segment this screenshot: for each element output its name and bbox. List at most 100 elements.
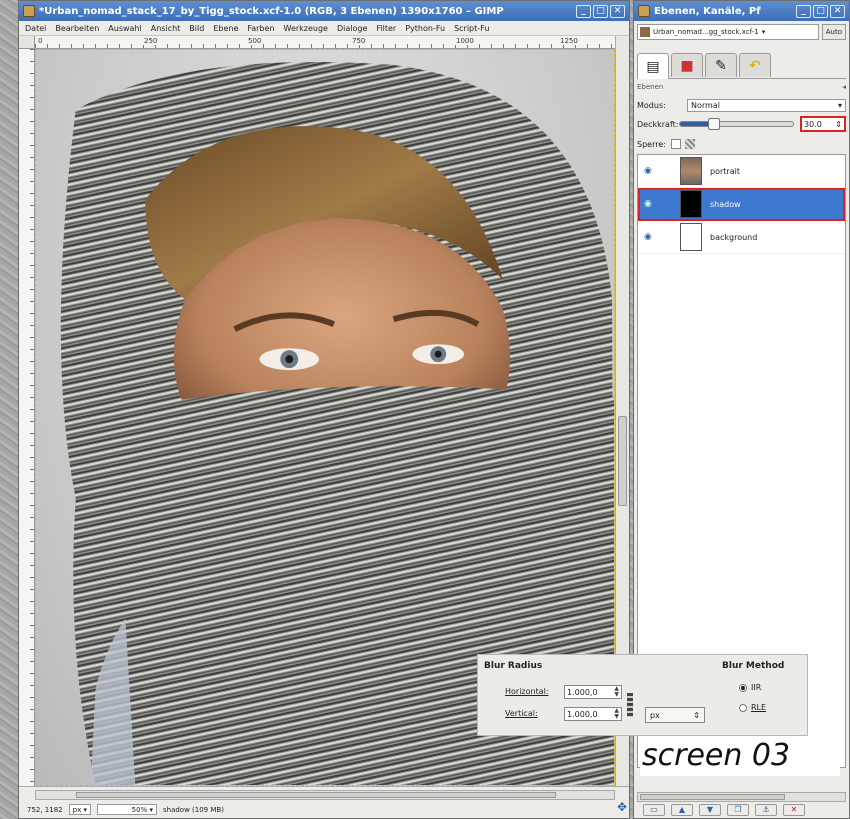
menu-datei[interactable]: Datei: [25, 24, 46, 33]
unit-select[interactable]: px ▾: [68, 804, 91, 815]
method-iir-label: IIR: [751, 683, 762, 692]
eye-icon[interactable]: ◉: [644, 199, 656, 209]
gimp-icon: [23, 5, 35, 17]
status-info: shadow (109 MB): [162, 805, 224, 814]
spin-arrows-icon[interactable]: ▲ ▼: [614, 708, 619, 720]
horizontal-scrollbar[interactable]: [35, 790, 615, 800]
blur-method-heading: Blur Method: [722, 661, 785, 671]
menu-bearbeiten[interactable]: Bearbeiten: [55, 24, 99, 33]
maximize-icon[interactable]: □: [813, 4, 828, 18]
image-thumbnail: [640, 27, 650, 37]
opacity-knob[interactable]: [707, 118, 720, 130]
layer-row-portrait[interactable]: ◉ portrait: [638, 155, 845, 188]
ruler-label: 1250: [559, 37, 579, 45]
zoom-value: 50%: [131, 806, 148, 814]
ruler-corner[interactable]: [19, 36, 35, 49]
radio-dot: [739, 703, 747, 712]
close-icon[interactable]: ✕: [610, 4, 625, 18]
pointer-coords: 752, 1182: [27, 805, 63, 814]
dock-titlebar[interactable]: Ebenen, Kanäle, Pf _ □ ✕: [634, 1, 849, 21]
spin-arrows-icon[interactable]: ▲ ▼: [614, 686, 619, 698]
vertical-label: Vertical:: [505, 709, 538, 718]
layers-scroll-thumb[interactable]: [640, 794, 785, 800]
layer-row-shadow[interactable]: ◉ shadow: [638, 188, 845, 221]
delete-layer-icon[interactable]: ✕: [783, 804, 805, 816]
image-select[interactable]: Urban_nomad...gg_stock.xcf-1 ▾: [637, 24, 819, 40]
menubar: Datei Bearbeiten Auswahl Ansicht Bild Eb…: [19, 21, 629, 36]
vertical-value: 1.000,0: [567, 709, 598, 719]
new-layer-icon[interactable]: ▭: [643, 804, 665, 816]
image-window-title: *Urban_nomad_stack_17_by_Tigg_stock.xcf-…: [39, 5, 504, 17]
opacity-spinbox[interactable]: 30.0 ⇕: [800, 116, 846, 132]
radio-dot: [739, 683, 747, 692]
channels-icon: ■: [680, 57, 694, 74]
layer-name: shadow: [710, 199, 741, 209]
maximize-icon[interactable]: □: [593, 4, 608, 18]
minimize-icon[interactable]: _: [796, 4, 811, 18]
menu-ansicht[interactable]: Ansicht: [151, 24, 181, 33]
layer-thumbnail: [680, 190, 702, 218]
lock-alpha-icon[interactable]: [685, 139, 695, 149]
unit-value: px: [650, 710, 660, 720]
chain-link-icon[interactable]: [627, 693, 633, 717]
opacity-value: 30.0: [804, 119, 822, 129]
lock-pixels-checkbox[interactable]: [671, 139, 681, 149]
anchor-layer-icon[interactable]: ⚓: [755, 804, 777, 816]
eye-icon[interactable]: ◉: [644, 166, 656, 176]
vertical-scroll-thumb[interactable]: [618, 416, 627, 506]
menu-filter[interactable]: Filter: [376, 24, 396, 33]
eye-icon[interactable]: ◉: [644, 232, 656, 242]
vertical-ruler[interactable]: [19, 49, 35, 786]
ruler-label: 0: [37, 37, 44, 45]
tab-undo[interactable]: ↶: [739, 53, 771, 77]
image-select-value: Urban_nomad...gg_stock.xcf-1: [653, 28, 759, 36]
mode-row: Modus: Normal ▾: [637, 98, 846, 112]
layers-horizontal-scrollbar[interactable]: [637, 792, 846, 802]
tab-paths[interactable]: ✎: [705, 53, 737, 77]
lower-layer-icon[interactable]: ▼: [699, 804, 721, 816]
opacity-label: Deckkraft:: [637, 119, 679, 129]
auto-button[interactable]: Auto: [821, 24, 846, 40]
menu-script-fu[interactable]: Script-Fu: [454, 24, 489, 33]
tab-channels[interactable]: ■: [671, 53, 703, 77]
ruler-label: 1000: [455, 37, 475, 45]
horizontal-ruler[interactable]: 0 250 500 750 1000 1250: [35, 36, 615, 49]
layer-thumbnail: [680, 223, 702, 251]
close-icon[interactable]: ✕: [830, 4, 845, 18]
vertical-input[interactable]: 1.000,0 ▲ ▼: [564, 707, 622, 721]
menu-python-fu[interactable]: Python-Fu: [405, 24, 445, 33]
horizontal-input[interactable]: 1.000,0 ▲ ▼: [564, 685, 622, 699]
menu-auswahl[interactable]: Auswahl: [108, 24, 141, 33]
menu-bild[interactable]: Bild: [189, 24, 204, 33]
layers-section-label: Ebenen: [637, 83, 664, 91]
raise-layer-icon[interactable]: ▲: [671, 804, 693, 816]
menu-dialoge[interactable]: Dialoge: [337, 24, 367, 33]
menu-werkzeuge[interactable]: Werkzeuge: [284, 24, 328, 33]
minimize-icon[interactable]: _: [576, 4, 591, 18]
method-rle-radio[interactable]: RLE: [739, 703, 766, 712]
horizontal-scroll-thumb[interactable]: [76, 792, 556, 798]
layer-thumbnail: [680, 157, 702, 185]
zoom-select[interactable]: 50% ▾: [96, 804, 157, 815]
menu-ebene[interactable]: Ebene: [213, 24, 238, 33]
opacity-slider[interactable]: [679, 118, 794, 130]
spin-arrows-icon[interactable]: ⇕: [835, 120, 842, 129]
image-window-titlebar[interactable]: *Urban_nomad_stack_17_by_Tigg_stock.xcf-…: [19, 1, 629, 21]
ruler-label: 750: [351, 37, 367, 45]
lock-row: Sperre:: [637, 137, 846, 151]
layer-row-background[interactable]: ◉ background: [638, 221, 845, 254]
screen-caption: screen 03: [640, 736, 840, 776]
mode-label: Modus:: [637, 100, 666, 110]
method-iir-radio[interactable]: IIR: [739, 683, 761, 692]
configure-icon[interactable]: ◂: [842, 83, 846, 95]
unit-select[interactable]: px ⇕: [645, 707, 705, 723]
mode-select[interactable]: Normal ▾: [687, 98, 846, 112]
duplicate-layer-icon[interactable]: ❐: [727, 804, 749, 816]
menu-farben[interactable]: Farben: [247, 24, 274, 33]
ruler-label: 500: [247, 37, 263, 45]
tab-layers[interactable]: ▤: [637, 53, 669, 79]
navigate-icon[interactable]: ✥: [616, 801, 628, 813]
spin-arrows-icon: ⇕: [693, 710, 700, 720]
mode-value: Normal: [691, 100, 720, 110]
horizontal-value: 1.000,0: [567, 687, 598, 697]
